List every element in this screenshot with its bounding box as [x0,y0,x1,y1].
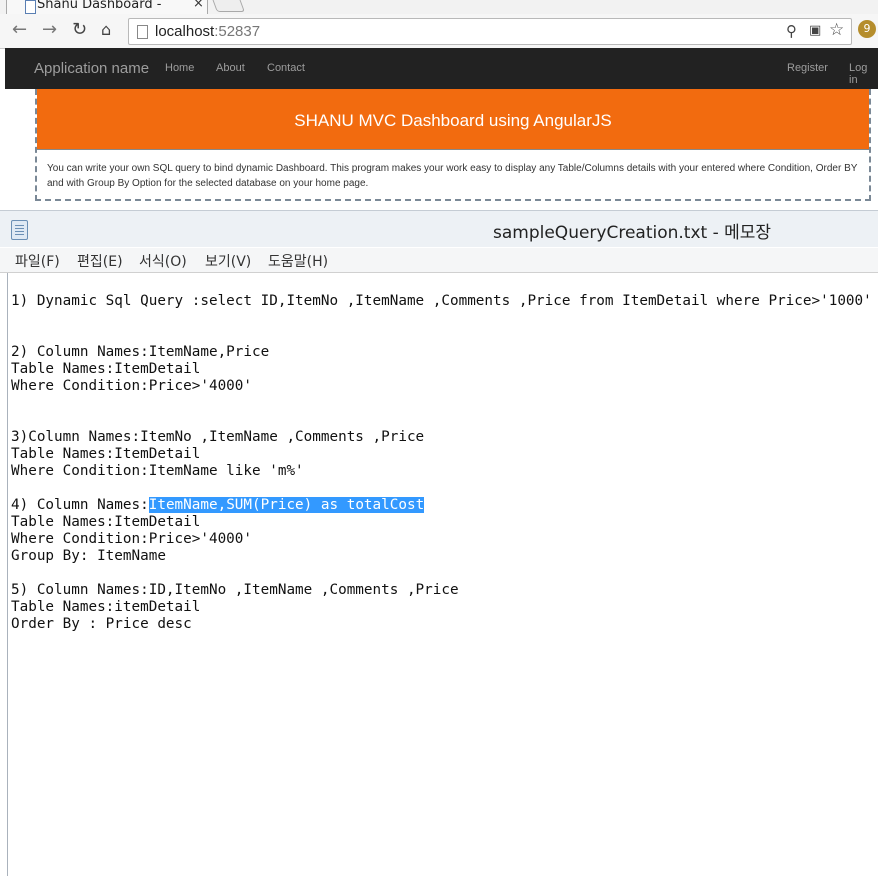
menu-file[interactable]: 파일(F) [15,251,60,271]
nav-register-link[interactable]: Register [787,62,828,74]
back-arrow-icon[interactable]: ← [12,20,27,40]
text-line: Table Names:ItemDetail [11,446,201,462]
text-editor[interactable]: 1) Dynamic Sql Query :select ID,ItemNo ,… [7,273,878,876]
text-line: 5) Column Names:ID,ItemNo ,ItemName ,Com… [11,582,459,598]
nav-contact-link[interactable]: Contact [267,62,305,74]
text-line: Table Names:itemDetail [11,599,201,615]
url-text: localhost:52837 [155,23,260,40]
menu-format[interactable]: 서식(O) [139,251,187,271]
text-line: 3)Column Names:ItemNo ,ItemName ,Comment… [11,429,425,445]
text-line: Table Names:ItemDetail [11,361,201,377]
browser-tab[interactable]: Shanu Dashboard - × [6,0,208,15]
url-host: localhost [155,23,215,40]
nav-login-link[interactable]: Log in [849,62,878,86]
banner: SHANU MVC Dashboard using AngularJS [37,89,869,150]
dashboard-panel: SHANU MVC Dashboard using AngularJS You … [35,89,871,201]
menu-help[interactable]: 도움말(H) [268,251,328,271]
extension-icon[interactable]: 9 [858,20,876,38]
tab-close-icon[interactable]: × [193,0,204,11]
notepad-title: sampleQueryCreation.txt - 메모장 [493,223,772,243]
nav-about-link[interactable]: About [216,62,245,74]
zoom-icon[interactable]: ⚲ [786,22,797,40]
address-bar[interactable]: localhost:52837 ⚲ ▣ ☆ [128,18,852,45]
browser-toolbar: ← → ↻ ⌂ localhost:52837 ⚲ ▣ ☆ 9 [0,14,878,49]
menu-view[interactable]: 보기(V) [205,251,251,271]
notepad-menubar: 파일(F) 편집(E) 서식(O) 보기(V) 도움말(H) [0,248,878,273]
tab-title: Shanu Dashboard - [37,0,162,12]
text-line: 4) Column Names:ItemName,SUM(Price) as t… [11,497,425,514]
url-port: :52837 [214,23,261,40]
banner-description: You can write your own SQL query to bind… [47,163,858,189]
new-tab-button[interactable] [211,0,245,12]
text-line: Group By: ItemName [11,548,166,564]
page-icon [137,25,148,39]
forward-arrow-icon[interactable]: → [42,20,57,40]
banner-title: SHANU MVC Dashboard using AngularJS [294,111,612,130]
text-line: Order By : Price desc [11,616,192,632]
reload-icon[interactable]: ↻ [72,20,87,40]
notepad-app-icon[interactable] [11,220,28,240]
translate-icon[interactable]: ▣ [809,23,821,38]
tab-strip: Shanu Dashboard - × [0,0,878,15]
nav-home-link[interactable]: Home [165,62,194,74]
notepad-titlebar: sampleQueryCreation.txt - 메모장 [0,210,878,247]
text-line: 1) Dynamic Sql Query :select ID,ItemNo ,… [11,293,872,309]
brand-link[interactable]: Application name [34,60,149,77]
selected-text[interactable]: ItemName,SUM(Price) as totalCost [148,497,425,513]
menu-edit[interactable]: 편집(E) [77,251,123,271]
text-line: Where Condition:Price>'4000' [11,531,253,547]
browser-window: Shanu Dashboard - × ← → ↻ ⌂ localhost:52… [0,0,878,210]
site-navbar: Application name Home About Contact Regi… [5,48,878,89]
text-line: 2) Column Names:ItemName,Price [11,344,270,360]
text-line-prefix: 4) Column Names: [11,497,149,513]
home-icon[interactable]: ⌂ [101,20,111,40]
bookmark-star-icon[interactable]: ☆ [829,20,844,40]
text-line: Table Names:ItemDetail [11,514,201,530]
page-favicon-icon [25,0,36,14]
text-line: Where Condition:ItemName like 'm%' [11,463,304,479]
text-line: Where Condition:Price>'4000' [11,378,253,394]
notepad-window: sampleQueryCreation.txt - 메모장 파일(F) 편집(E… [0,210,878,876]
